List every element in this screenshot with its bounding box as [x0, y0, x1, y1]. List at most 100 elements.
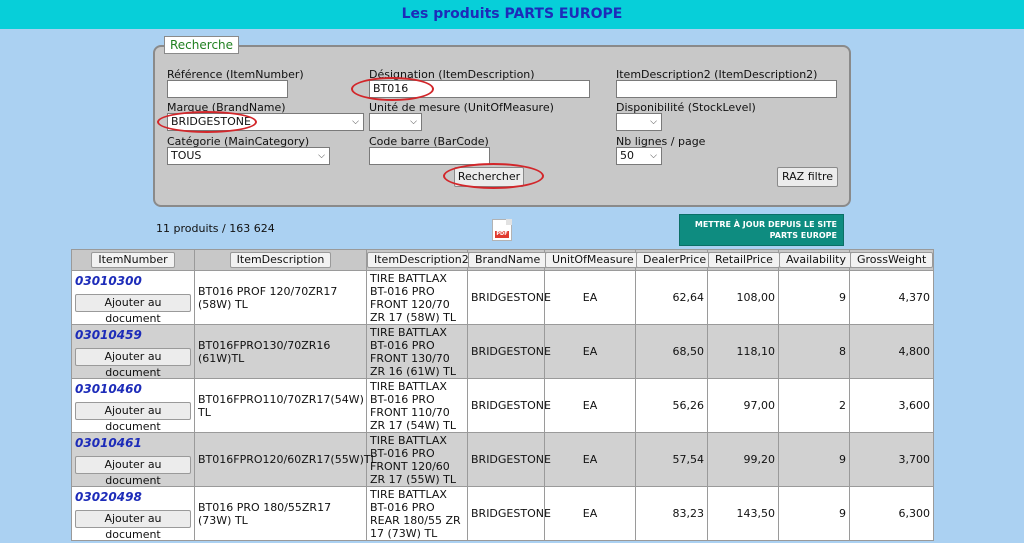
- products-table: ItemNumber ItemDescription ItemDescripti…: [71, 249, 934, 541]
- uom-cell: EA: [544, 378, 636, 433]
- item-number-link[interactable]: 03010459: [75, 328, 191, 342]
- chevron-down-icon: ⌵: [650, 151, 657, 161]
- lines-per-page-select[interactable]: 50 ⌵: [616, 147, 662, 165]
- column-header[interactable]: ItemNumber: [71, 249, 195, 271]
- uom-cell: EA: [544, 324, 636, 379]
- brand-cell: BRIDGESTONE: [467, 486, 551, 541]
- item-number-cell: 03010461 Ajouter au document: [71, 432, 195, 487]
- gross-weight-cell: 6,300: [849, 486, 934, 541]
- stock-select[interactable]: ⌵: [616, 113, 662, 131]
- column-header[interactable]: ItemDescription: [194, 249, 367, 271]
- retail-price-cell: 108,00: [707, 270, 779, 325]
- brand-cell: BRIDGESTONE: [467, 324, 551, 379]
- description-cell: BT016FPRO120/60ZR17(55W)TL: [194, 432, 377, 487]
- item-number-cell: 03020498 Ajouter au document: [71, 486, 195, 541]
- column-header[interactable]: RetailPrice: [707, 249, 780, 271]
- chevron-down-icon: ⌵: [352, 117, 359, 127]
- table-header-row: ItemNumber ItemDescription ItemDescripti…: [71, 249, 934, 271]
- item-number-link[interactable]: 03010461: [75, 436, 191, 450]
- item-number-cell: 03010300 Ajouter au document: [71, 270, 195, 325]
- barcode-input[interactable]: [369, 147, 490, 165]
- gross-weight-cell: 4,800: [849, 324, 934, 379]
- table-row: 03020498 Ajouter au document BT016 PRO 1…: [71, 486, 934, 541]
- availability-cell: 9: [778, 270, 850, 325]
- availability-cell: 8: [778, 324, 850, 379]
- description-cell: BT016FPRO130/70ZR16 (61W)TL: [194, 324, 367, 379]
- retail-price-cell: 97,00: [707, 378, 779, 433]
- brand-cell: BRIDGESTONE: [467, 270, 551, 325]
- availability-cell: 2: [778, 378, 850, 433]
- description2-input[interactable]: [616, 80, 837, 98]
- update-button-line1: METTRE À JOUR DEPUIS LE SITE: [694, 220, 837, 229]
- dealer-price-cell: 57,54: [635, 432, 708, 487]
- search-legend: Recherche: [164, 36, 240, 54]
- column-header[interactable]: Availability: [778, 249, 853, 271]
- lines-per-page-value: 50: [620, 149, 634, 162]
- results-count: 11 produits / 163 624: [156, 222, 275, 235]
- chevron-down-icon: ⌵: [318, 151, 325, 161]
- description-cell: BT016FPRO110/70ZR17(54W) TL: [194, 378, 367, 433]
- availability-cell: 9: [778, 486, 850, 541]
- retail-price-cell: 99,20: [707, 432, 779, 487]
- add-to-document-button[interactable]: Ajouter au document: [75, 455, 191, 487]
- reference-input[interactable]: [167, 80, 288, 98]
- category-select[interactable]: TOUS ⌵: [167, 147, 330, 165]
- retail-price-cell: 143,50: [707, 486, 779, 541]
- update-button-line2: PARTS EUROPE: [769, 231, 837, 240]
- description2-cell: TIRE BATTLAX BT-016 PRO FRONT 130/70 ZR …: [366, 324, 468, 379]
- item-number-link[interactable]: 03010460: [75, 382, 191, 396]
- update-from-site-button[interactable]: METTRE À JOUR DEPUIS LE SITE PARTS EUROP…: [679, 214, 844, 246]
- add-to-document-button[interactable]: Ajouter au document: [75, 347, 191, 379]
- brand-cell: BRIDGESTONE: [467, 378, 551, 433]
- gross-weight-cell: 4,370: [849, 270, 934, 325]
- description2-cell: TIRE BATTLAX BT-016 PRO FRONT 120/70 ZR …: [366, 270, 468, 325]
- uom-select[interactable]: ⌵: [369, 113, 422, 131]
- dealer-price-cell: 83,23: [635, 486, 708, 541]
- dealer-price-cell: 62,64: [635, 270, 708, 325]
- table-row: 03010459 Ajouter au document BT016FPRO13…: [71, 324, 934, 379]
- dealer-price-cell: 56,26: [635, 378, 708, 433]
- column-header[interactable]: DealerPrice: [635, 249, 714, 271]
- page-title: Les produits PARTS EUROPE: [401, 6, 623, 22]
- column-header[interactable]: UnitOfMeasure: [544, 249, 641, 271]
- brand-select-value: BRIDGESTONE: [171, 115, 251, 128]
- pdf-fold: [506, 219, 512, 225]
- table-row: 03010300 Ajouter au document BT016 PROF …: [71, 270, 934, 325]
- description-cell: BT016 PROF 120/70ZR17 (58W) TL: [194, 270, 367, 325]
- add-to-document-button[interactable]: Ajouter au document: [75, 401, 191, 433]
- description2-cell: TIRE BATTLAX BT-016 PRO REAR 180/55 ZR 1…: [366, 486, 468, 541]
- column-header[interactable]: BrandName: [467, 249, 548, 271]
- page-title-bar: Les produits PARTS EUROPE: [0, 0, 1024, 29]
- brand-cell: BRIDGESTONE: [467, 432, 551, 487]
- chevron-down-icon: ⌵: [650, 117, 657, 127]
- column-header[interactable]: GrossWeight: [849, 249, 934, 271]
- uom-cell: EA: [544, 486, 636, 541]
- pdf-badge: PDF: [495, 231, 509, 238]
- gross-weight-cell: 3,700: [849, 432, 934, 487]
- dealer-price-cell: 68,50: [635, 324, 708, 379]
- reset-filter-button[interactable]: RAZ filtre: [777, 167, 838, 187]
- gross-weight-cell: 3,600: [849, 378, 934, 433]
- pdf-export-icon[interactable]: PDF: [492, 219, 512, 241]
- item-number-cell: 03010459 Ajouter au document: [71, 324, 195, 379]
- brand-select[interactable]: BRIDGESTONE ⌵: [167, 113, 364, 131]
- item-number-cell: 03010460 Ajouter au document: [71, 378, 195, 433]
- add-to-document-button[interactable]: Ajouter au document: [75, 293, 191, 325]
- item-number-link[interactable]: 03020498: [75, 490, 191, 504]
- availability-cell: 9: [778, 432, 850, 487]
- description2-cell: TIRE BATTLAX BT-016 PRO FRONT 110/70 ZR …: [366, 378, 468, 433]
- table-row: 03010460 Ajouter au document BT016FPRO11…: [71, 378, 934, 433]
- description-cell: BT016 PRO 180/55ZR17 (73W) TL: [194, 486, 367, 541]
- search-button[interactable]: Rechercher: [454, 167, 524, 187]
- item-number-link[interactable]: 03010300: [75, 274, 191, 288]
- description2-cell: TIRE BATTLAX BT-016 PRO FRONT 120/60 ZR …: [366, 432, 468, 487]
- chevron-down-icon: ⌵: [410, 117, 417, 127]
- table-row: 03010461 Ajouter au document BT016FPRO12…: [71, 432, 934, 487]
- add-to-document-button[interactable]: Ajouter au document: [75, 509, 191, 541]
- column-header[interactable]: ItemDescription2: [366, 249, 476, 271]
- uom-cell: EA: [544, 270, 636, 325]
- designation-input[interactable]: BT016: [369, 80, 590, 98]
- retail-price-cell: 118,10: [707, 324, 779, 379]
- uom-cell: EA: [544, 432, 636, 487]
- category-select-value: TOUS: [171, 149, 202, 162]
